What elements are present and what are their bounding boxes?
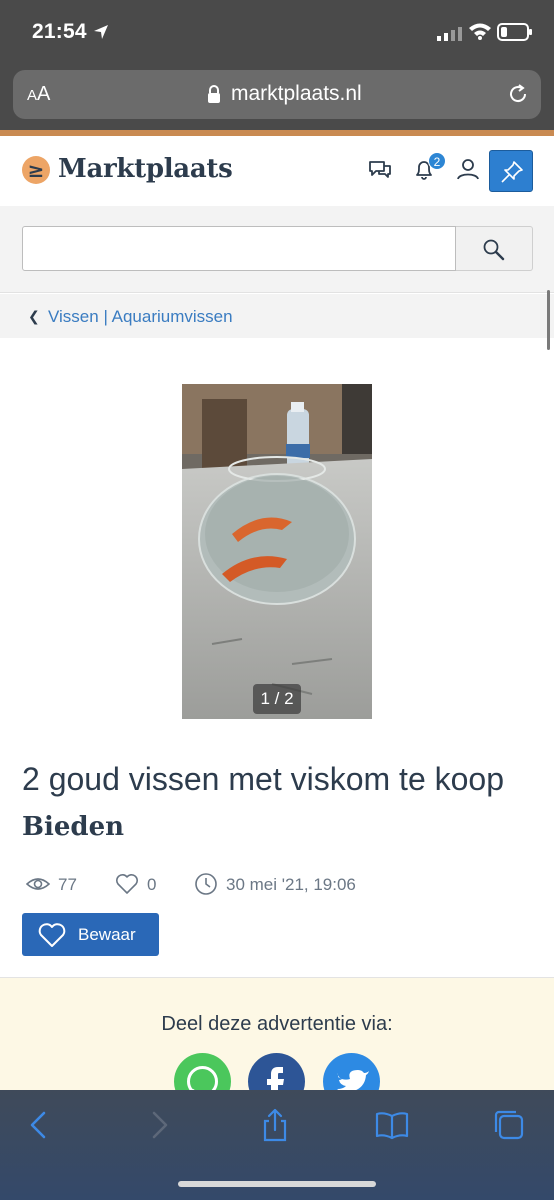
search-icon [483,239,505,261]
home-indicator [178,1181,376,1187]
heart-icon [38,923,66,947]
facebook-icon[interactable] [248,1053,305,1090]
reader-settings-button[interactable]: AA [27,83,50,106]
heart-outline-icon [116,874,138,894]
breadcrumb: ❮ Vissen | Aquariumvissen [0,294,554,338]
clock-icon [195,873,217,895]
eye-icon [26,878,50,890]
share-icon[interactable] [257,1107,293,1143]
battery-icon [497,23,532,41]
twitter-icon[interactable] [323,1053,380,1090]
location-arrow-icon [94,25,108,39]
pin-icon [501,161,523,183]
forward-icon[interactable] [140,1107,176,1143]
signal-icon [437,27,462,41]
save-button[interactable]: Bewaar [22,913,159,956]
user-icon[interactable] [455,156,481,182]
status-bar: 21:54 [0,0,554,62]
listing-price: Bieden [22,812,125,842]
place-ad-button[interactable] [489,150,533,192]
wifi-icon [469,23,491,40]
messages-icon[interactable] [367,156,393,182]
reload-icon[interactable] [506,82,530,106]
status-time: 21:54 [32,20,87,43]
url-text: marktplaats.nl [231,82,362,105]
search-input[interactable] [22,226,456,271]
goldfish-bowl-image [182,384,372,719]
listing-title: 2 goud vissen met viskom te koop [22,761,505,797]
scrollbar[interactable] [547,290,550,350]
notification-badge: 2 [428,152,446,170]
logo-mark[interactable]: ≥ [22,156,50,184]
lock-icon [208,85,220,103]
bookmarks-icon[interactable] [374,1107,410,1143]
favorites-count: 0 [147,875,157,894]
back-icon[interactable] [22,1107,58,1143]
address-bar[interactable]: AA marktplaats.nl [13,70,541,119]
breadcrumb-link[interactable]: Vissen | Aquariumvissen [48,307,233,327]
site-header: ≥ Marktplaats [0,136,554,206]
posted-date: 30 mei '21, 19:06 [226,875,356,894]
share-section: Deel deze advertentie via: [0,978,554,1090]
listing-photo[interactable] [182,384,372,719]
views-count: 77 [58,875,77,894]
whatsapp-icon[interactable] [174,1053,231,1090]
chevron-left-icon: ❮ [28,308,40,324]
search-button[interactable] [456,226,533,271]
search-area [0,206,554,293]
share-label: Deel deze advertentie via: [161,1013,393,1035]
tabs-icon[interactable] [491,1107,527,1143]
photo-counter: 1 / 2 [253,684,301,714]
listing-stats: 77 0 30 mei '21, 19:06 [22,872,542,898]
logo-text[interactable]: Marktplaats [58,154,233,184]
